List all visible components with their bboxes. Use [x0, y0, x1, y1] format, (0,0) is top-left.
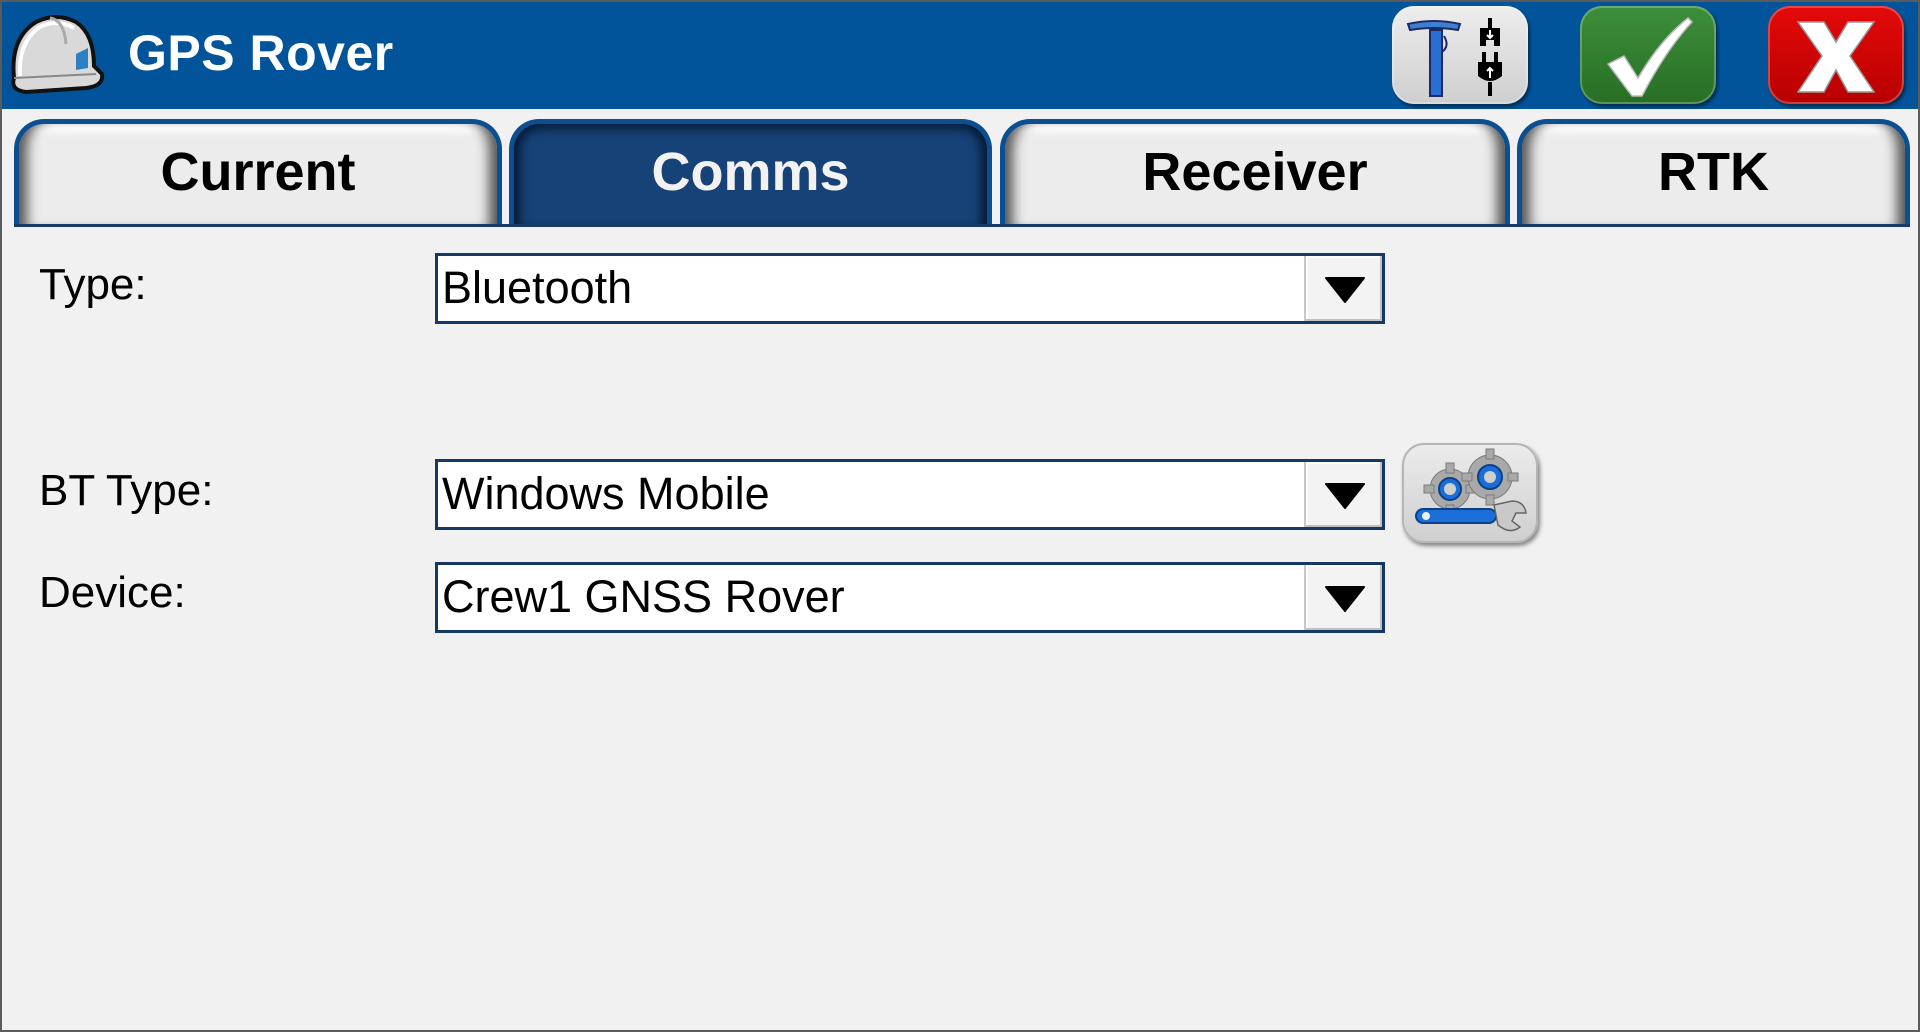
device-value: Crew1 GNSS Rover	[442, 571, 845, 622]
hard-hat-icon	[6, 8, 106, 100]
tab-receiver[interactable]: Receiver	[1000, 119, 1510, 225]
type-dropdown-button[interactable]	[1304, 256, 1382, 321]
gears-wrench-icon	[1415, 448, 1527, 532]
type-label: Type:	[39, 260, 147, 309]
close-x-icon	[1796, 21, 1876, 93]
accept-button[interactable]	[1580, 6, 1716, 104]
bt-type-value: Windows Mobile	[442, 468, 770, 519]
tab-divider	[14, 224, 1910, 227]
tab-comms-label: Comms	[651, 141, 850, 202]
type-dropdown[interactable]: Bluetooth	[435, 253, 1385, 324]
chevron-down-icon	[1325, 483, 1365, 509]
device-label: Device:	[39, 568, 186, 617]
chevron-down-icon	[1325, 586, 1365, 612]
cancel-button[interactable]	[1768, 6, 1904, 104]
bluetooth-settings-button[interactable]	[1402, 443, 1538, 543]
chevron-down-icon	[1325, 277, 1365, 303]
tab-rtk[interactable]: RTK	[1517, 119, 1910, 225]
app-title: GPS Rover	[128, 25, 394, 81]
gps-pole-plug-icon	[1406, 18, 1502, 97]
tab-comms[interactable]: Comms	[509, 119, 992, 225]
tab-receiver-label: Receiver	[1142, 141, 1368, 202]
tab-current[interactable]: Current	[14, 119, 502, 225]
tab-current-label: Current	[160, 141, 356, 202]
title-bar: GPS Rover	[2, 2, 1918, 109]
checkmark-icon	[1606, 16, 1694, 97]
device-dropdown-button[interactable]	[1304, 565, 1382, 630]
tab-rtk-label: RTK	[1658, 141, 1769, 202]
bt-type-label: BT Type:	[39, 466, 214, 515]
bt-type-dropdown[interactable]: Windows Mobile	[435, 459, 1385, 530]
type-value: Bluetooth	[442, 262, 633, 313]
bt-type-dropdown-button[interactable]	[1304, 462, 1382, 527]
device-dropdown[interactable]: Crew1 GNSS Rover	[435, 562, 1385, 633]
gps-connect-button[interactable]	[1392, 6, 1528, 104]
tab-bar: Current Comms Receiver RTK	[2, 114, 1918, 226]
